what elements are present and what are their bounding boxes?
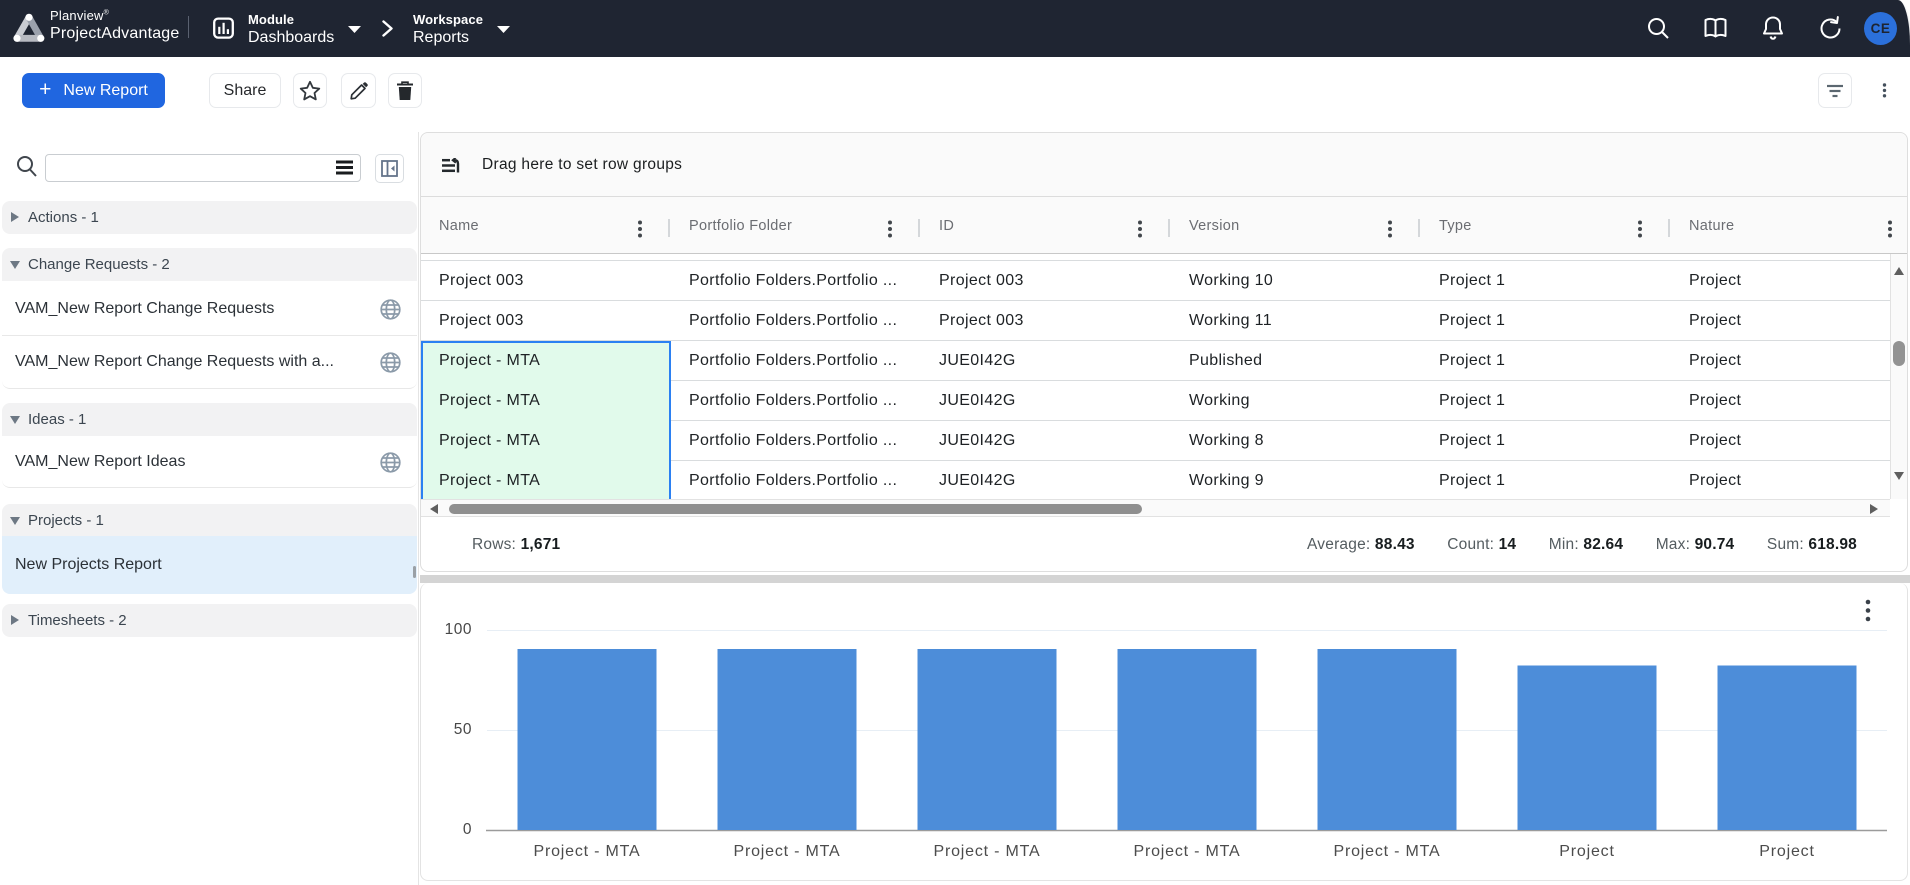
svg-text:Project - MTA: Project - MTA <box>1333 843 1440 860</box>
svg-text:Project: Project <box>1759 843 1814 860</box>
svg-text:Project - MTA: Project - MTA <box>933 843 1040 860</box>
svg-text:Project: Project <box>1559 843 1614 860</box>
svg-text:0: 0 <box>463 821 472 838</box>
svg-text:50: 50 <box>454 721 472 738</box>
svg-text:Project - MTA: Project - MTA <box>533 843 640 860</box>
svg-text:100: 100 <box>445 621 472 638</box>
svg-text:Project - MTA: Project - MTA <box>733 843 840 860</box>
svg-text:Project - MTA: Project - MTA <box>1133 843 1240 860</box>
